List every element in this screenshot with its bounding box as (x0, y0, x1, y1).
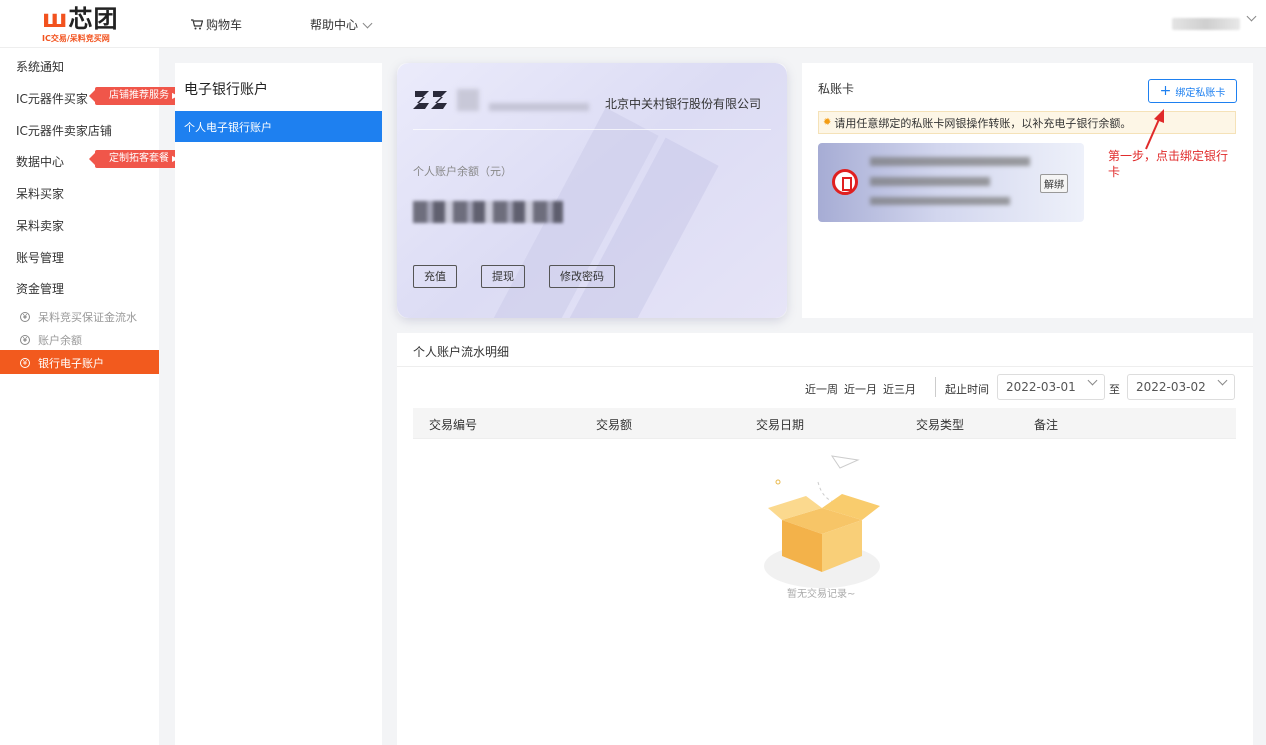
empty-state-text: 暂无交易记录~ (787, 589, 856, 600)
chevron-down-icon (362, 18, 373, 28)
range-month-link[interactable]: 近一月 (844, 381, 877, 397)
panel-title: 电子银行账户 (184, 82, 268, 98)
icbc-logo-icon (832, 169, 858, 195)
bank-logo-icon (413, 91, 447, 109)
user-account-name[interactable] (1172, 18, 1240, 30)
recharge-button[interactable]: 充值 (413, 265, 457, 288)
col-tx-number: 交易编号 (429, 418, 478, 432)
notice-bar: ✹ 请用任意绑定的私账卡网银操作转账，以补充电子银行余额。 (818, 111, 1236, 134)
ebank-account-panel: 电子银行账户 个人电子银行账户 (175, 63, 382, 745)
sidebar: 系统通知 IC元器件买家 店铺推荐服务▶ IC元器件卖家店铺 数据中心 定制拓客… (0, 48, 187, 745)
sun-icon: ✹ (823, 117, 832, 128)
balance-value-redacted (413, 201, 563, 223)
sidebar-item-data-center[interactable]: 数据中心 (16, 153, 64, 170)
plus-icon: + (1159, 83, 1172, 99)
unbind-button[interactable]: 解绑 (1040, 174, 1068, 193)
sidebar-subitem-bank-account-active[interactable]: ¥ 银行电子账户 (0, 350, 159, 374)
transaction-section: 个人账户流水明细 近一周 近一月 近三月 起止时间 2022-03-01 至 2… (397, 333, 1253, 745)
logo-subtitle: IC交易/呆料竞买网 (42, 34, 110, 43)
private-card-section: 私账卡 + 绑定私账卡 ✹ 请用任意绑定的私账卡网银操作转账，以补充电子银行余额… (802, 63, 1253, 318)
menu-item-personal-ebank[interactable]: 个人电子银行账户 (175, 111, 382, 142)
chevron-down-icon (1217, 375, 1228, 386)
bound-bank-card: 解绑 (818, 143, 1084, 222)
chevron-down-icon[interactable] (1246, 11, 1257, 22)
range-label: 起止时间 (945, 383, 989, 396)
date-to-label: 至 (1109, 383, 1120, 396)
site-logo[interactable]: ꟺ芯团 IC交易/呆料竞买网 (42, 6, 152, 44)
balance-label: 个人账户余额（元） (413, 165, 512, 178)
bind-private-card-button[interactable]: + 绑定私账卡 (1148, 79, 1237, 103)
change-password-button[interactable]: 修改密码 (549, 265, 615, 288)
help-center-label: 帮助中心 (310, 18, 359, 32)
range-quarter-link[interactable]: 近三月 (883, 381, 916, 397)
sidebar-item-surplus-buyer[interactable]: 呆料买家 (16, 185, 64, 202)
col-tx-amount: 交易额 (596, 418, 633, 432)
notice-text: 请用任意绑定的私账卡网银操作转账，以补充电子银行余额。 (834, 116, 1132, 130)
quick-range-links: 近一周 近一月 近三月 (805, 381, 916, 397)
cart-label: 购物车 (206, 18, 243, 32)
bank-name: 北京中关村银行股份有限公司 (605, 97, 762, 111)
bank-card: 北京中关村银行股份有限公司 个人账户余额（元） 充值 提现 修改密码 (397, 63, 787, 318)
col-tx-type: 交易类型 (916, 418, 965, 432)
cart-icon (191, 19, 203, 30)
sidebar-subitem-deposit-flow[interactable]: ¥ 呆料竞买保证金流水 (20, 309, 137, 325)
sidebar-subitem-balance[interactable]: ¥ 账户余额 (20, 332, 82, 348)
sidebar-item-ic-buyer[interactable]: IC元器件买家 (16, 90, 88, 107)
sidebar-item-surplus-seller[interactable]: 呆料卖家 (16, 217, 64, 234)
col-remark: 备注 (1034, 418, 1059, 432)
step-annotation: 第一步，点击绑定银行卡 (1108, 149, 1229, 179)
sidebar-item-account-manage[interactable]: 账号管理 (16, 249, 64, 266)
promo-tag-custom-package[interactable]: 定制拓客套餐▶ (88, 150, 187, 168)
cart-link[interactable]: 购物车 (191, 16, 242, 33)
empty-box-illustration-icon (764, 455, 880, 588)
annotation-arrow-icon (1145, 109, 1164, 150)
start-date-select[interactable]: 2022-03-01 (997, 374, 1105, 400)
bank-card-section: 北京中关村银行股份有限公司 个人账户余额（元） 充值 提现 修改密码 (397, 63, 787, 318)
withdraw-button[interactable]: 提现 (481, 265, 525, 288)
help-center-menu[interactable]: 帮助中心 (310, 16, 373, 33)
sidebar-item-system-notice[interactable]: 系统通知 (16, 58, 64, 75)
sidebar-item-ic-seller-store[interactable]: IC元器件卖家店铺 (16, 122, 112, 139)
logo-text: 芯团 (68, 5, 119, 33)
transaction-title: 个人账户流水明细 (413, 345, 510, 359)
private-card-title: 私账卡 (818, 82, 855, 96)
chevron-down-icon (1087, 375, 1098, 386)
promo-tag-store-recommend[interactable]: 店铺推荐服务▶ (88, 87, 187, 105)
sidebar-item-fund-manage[interactable]: 资金管理 (16, 280, 64, 297)
coin-icon: ¥ (20, 312, 30, 322)
col-tx-date: 交易日期 (756, 418, 805, 432)
bank-icon: ¥ (20, 358, 30, 368)
top-header: ꟺ芯团 IC交易/呆料竞买网 购物车 帮助中心 (0, 0, 1266, 48)
range-week-link[interactable]: 近一周 (805, 381, 838, 397)
end-date-select[interactable]: 2022-03-02 (1127, 374, 1235, 400)
table-header: 交易编号 交易额 交易日期 交易类型 备注 (413, 408, 1236, 439)
wallet-icon: ¥ (20, 335, 30, 345)
